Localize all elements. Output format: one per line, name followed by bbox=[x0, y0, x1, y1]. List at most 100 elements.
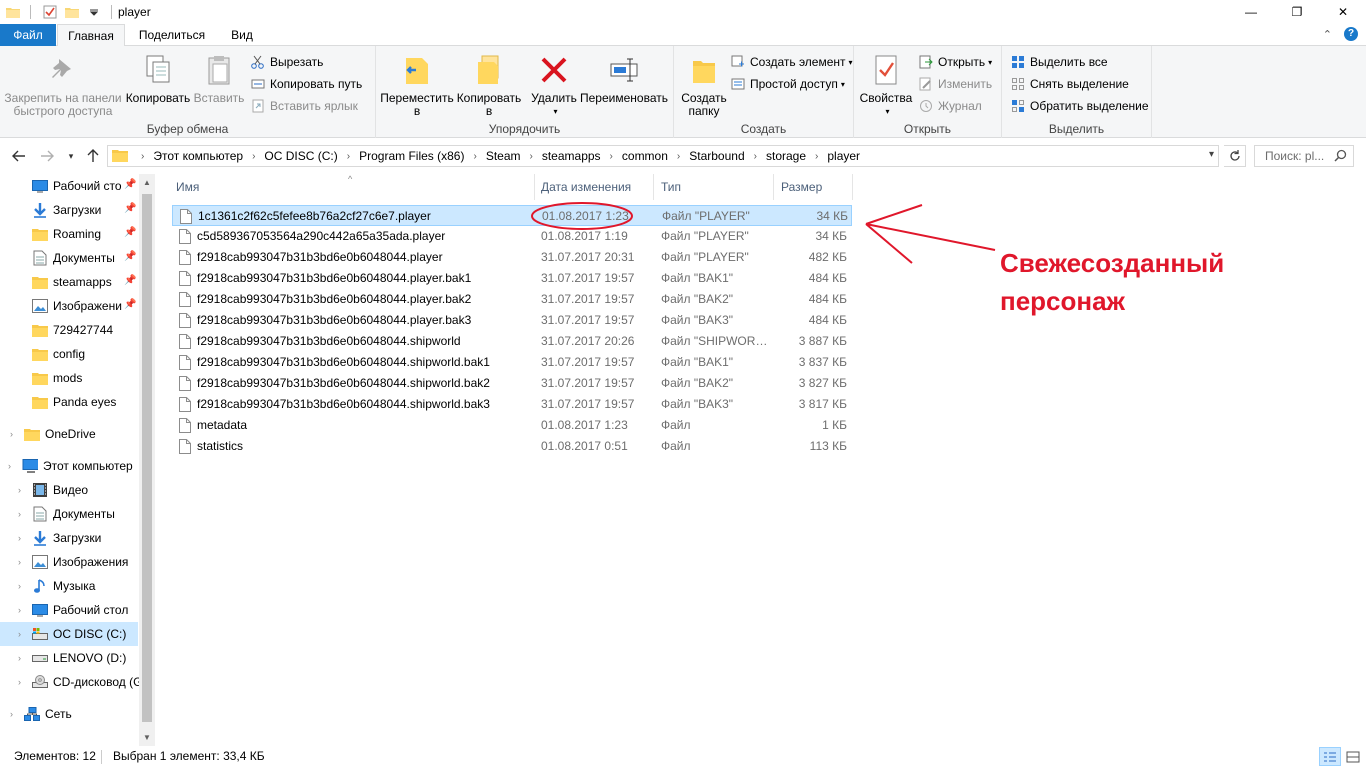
breadcrumb-separator[interactable]: › bbox=[340, 151, 357, 162]
breadcrumb-separator[interactable]: › bbox=[670, 151, 687, 162]
open-button[interactable]: Открыть ▾ bbox=[918, 52, 992, 72]
nav-item[interactable]: 729427744 bbox=[0, 318, 140, 342]
breadcrumb-item[interactable]: storage bbox=[764, 149, 808, 163]
nav-item[interactable]: Документы 📌 bbox=[0, 246, 140, 270]
breadcrumb-item[interactable]: common bbox=[620, 149, 670, 163]
nav-item[interactable]: config bbox=[0, 342, 140, 366]
expand-chevron-icon[interactable]: › bbox=[10, 709, 13, 719]
new-item-button[interactable]: Создать элемент ▾ bbox=[730, 52, 853, 72]
file-row[interactable]: 1c1361c2f62c5fefee8b76a2cf27c6e7.player 0… bbox=[172, 205, 852, 226]
breadcrumb-separator[interactable]: › bbox=[466, 151, 483, 162]
expand-chevron-icon[interactable]: › bbox=[18, 509, 21, 519]
up-arrow-icon[interactable] bbox=[84, 147, 102, 165]
back-arrow-icon[interactable] bbox=[10, 147, 28, 165]
file-row[interactable]: f2918cab993047b31b3bd6e0b6048044.shipwor… bbox=[172, 352, 852, 373]
paste-shortcut-button[interactable]: Вставить ярлык bbox=[250, 96, 358, 116]
tab-view[interactable]: Вид bbox=[222, 24, 262, 46]
breadcrumb-item[interactable]: Starbound bbox=[687, 149, 746, 163]
expand-chevron-icon[interactable]: › bbox=[18, 557, 21, 567]
copy-path-button[interactable]: Копировать путь bbox=[250, 74, 362, 94]
breadcrumb-separator[interactable]: › bbox=[808, 151, 825, 162]
details-view-button[interactable] bbox=[1319, 747, 1341, 766]
properties-button[interactable]: Свойства ▾ bbox=[858, 52, 914, 118]
close-button[interactable]: ✕ bbox=[1320, 0, 1366, 24]
collapse-ribbon-button[interactable]: ⌃ bbox=[1323, 28, 1332, 41]
nav-item[interactable]: steamapps 📌 bbox=[0, 270, 140, 294]
nav-item[interactable]: › Рабочий стол bbox=[0, 598, 140, 622]
new-folder-quick-button[interactable] bbox=[63, 3, 81, 21]
file-row[interactable]: metadata 01.08.2017 1:23 Файл 1 КБ bbox=[172, 415, 852, 436]
recent-locations-dropdown[interactable]: ▾ bbox=[62, 147, 80, 165]
expand-chevron-icon[interactable]: › bbox=[18, 677, 21, 687]
nav-item[interactable]: › Документы bbox=[0, 502, 140, 526]
new-folder-button[interactable]: Создать папку bbox=[678, 52, 730, 118]
scroll-down-arrow-icon[interactable]: ▼ bbox=[143, 733, 151, 742]
breadcrumb-separator[interactable]: › bbox=[245, 151, 262, 162]
breadcrumb-item[interactable]: Этот компьютер bbox=[151, 149, 245, 163]
breadcrumb-item[interactable]: Program Files (x86) bbox=[357, 149, 466, 163]
select-all-button[interactable]: Выделить все bbox=[1010, 52, 1108, 72]
breadcrumb-separator[interactable]: › bbox=[747, 151, 764, 162]
breadcrumb-item[interactable]: steamapps bbox=[540, 149, 603, 163]
breadcrumb-separator[interactable]: › bbox=[134, 151, 151, 162]
search-input[interactable]: Поиск: pl... bbox=[1254, 145, 1354, 167]
nav-item[interactable]: › Изображения bbox=[0, 550, 140, 574]
file-row[interactable]: c5d589367053564a290c442a65a35ada.player 0… bbox=[172, 226, 852, 247]
expand-chevron-icon[interactable]: › bbox=[18, 605, 21, 615]
breadcrumb-item[interactable]: player bbox=[825, 149, 862, 163]
breadcrumb-item[interactable]: OC DISC (C:) bbox=[262, 149, 339, 163]
scrollbar-thumb[interactable] bbox=[142, 194, 152, 722]
move-to-button[interactable]: Переместить в bbox=[380, 52, 454, 118]
nav-pane-scrollbar[interactable]: ▲ ▼ bbox=[139, 174, 155, 746]
invert-selection-button[interactable]: Обратить выделение bbox=[1010, 96, 1149, 116]
file-row[interactable]: f2918cab993047b31b3bd6e0b6048044.shipwor… bbox=[172, 331, 852, 352]
nav-item[interactable]: › OneDrive bbox=[0, 422, 140, 446]
scroll-up-arrow-icon[interactable]: ▲ bbox=[143, 178, 151, 187]
edit-button[interactable]: Изменить bbox=[918, 74, 992, 94]
address-history-dropdown[interactable]: ▾ bbox=[1209, 149, 1214, 160]
tab-share[interactable]: Поделиться bbox=[132, 24, 212, 46]
file-row[interactable]: f2918cab993047b31b3bd6e0b6048044.shipwor… bbox=[172, 373, 852, 394]
column-header-size[interactable]: Размер bbox=[773, 174, 853, 200]
breadcrumb-separator[interactable]: › bbox=[603, 151, 620, 162]
copy-button[interactable]: Копировать bbox=[126, 52, 190, 105]
file-row[interactable]: f2918cab993047b31b3bd6e0b6048044.player.… bbox=[172, 310, 852, 331]
expand-chevron-icon[interactable]: › bbox=[18, 533, 21, 543]
customize-toolbar-dropdown[interactable] bbox=[85, 3, 103, 21]
expand-chevron-icon[interactable]: › bbox=[18, 629, 21, 639]
pin-quick-access-button[interactable]: Закрепить на панели быстрого доступа bbox=[4, 52, 122, 118]
forward-arrow-icon[interactable] bbox=[38, 147, 56, 165]
column-header-name[interactable]: Имя ^ bbox=[168, 174, 535, 200]
nav-item[interactable]: › Музыка bbox=[0, 574, 140, 598]
expand-chevron-icon[interactable]: › bbox=[8, 461, 11, 471]
column-header-type[interactable]: Тип bbox=[653, 174, 774, 200]
easy-access-button[interactable]: Простой доступ ▾ bbox=[730, 74, 845, 94]
nav-item[interactable]: Загрузки 📌 bbox=[0, 198, 140, 222]
address-bar[interactable]: › Этот компьютер › OC DISC (C:) › Progra… bbox=[107, 145, 1219, 167]
nav-item[interactable]: › Видео bbox=[0, 478, 140, 502]
file-row[interactable]: f2918cab993047b31b3bd6e0b6048044.player.… bbox=[172, 289, 852, 310]
cut-button[interactable]: Вырезать bbox=[250, 52, 323, 72]
delete-button[interactable]: Удалить ▾ bbox=[528, 52, 580, 118]
properties-quick-button[interactable] bbox=[41, 3, 59, 21]
nav-item[interactable]: › Сеть bbox=[0, 702, 140, 726]
paste-button[interactable]: Вставить bbox=[192, 52, 246, 105]
nav-item[interactable]: mods bbox=[0, 366, 140, 390]
minimize-button[interactable]: — bbox=[1228, 0, 1274, 24]
expand-chevron-icon[interactable]: › bbox=[18, 485, 21, 495]
column-header-date[interactable]: Дата изменения bbox=[533, 174, 654, 200]
nav-item[interactable]: Roaming 📌 bbox=[0, 222, 140, 246]
refresh-icon[interactable] bbox=[1224, 145, 1246, 167]
nav-item[interactable]: Изображени 📌 bbox=[0, 294, 140, 318]
file-row[interactable]: f2918cab993047b31b3bd6e0b6048044.shipwor… bbox=[172, 394, 852, 415]
nav-item[interactable]: › CD-дисковод (G bbox=[0, 670, 140, 694]
copy-to-button[interactable]: Копировать в bbox=[454, 52, 524, 118]
nav-item[interactable]: › OC DISC (C:) bbox=[0, 622, 138, 646]
nav-item[interactable]: Рабочий сто 📌 bbox=[0, 174, 140, 198]
file-row[interactable]: f2918cab993047b31b3bd6e0b6048044.player.… bbox=[172, 268, 852, 289]
tab-file[interactable]: Файл bbox=[0, 24, 56, 46]
help-icon[interactable]: ? bbox=[1344, 27, 1358, 41]
expand-chevron-icon[interactable]: › bbox=[10, 429, 13, 439]
nav-item[interactable]: › Загрузки bbox=[0, 526, 140, 550]
maximize-button[interactable]: ❐ bbox=[1274, 0, 1320, 24]
